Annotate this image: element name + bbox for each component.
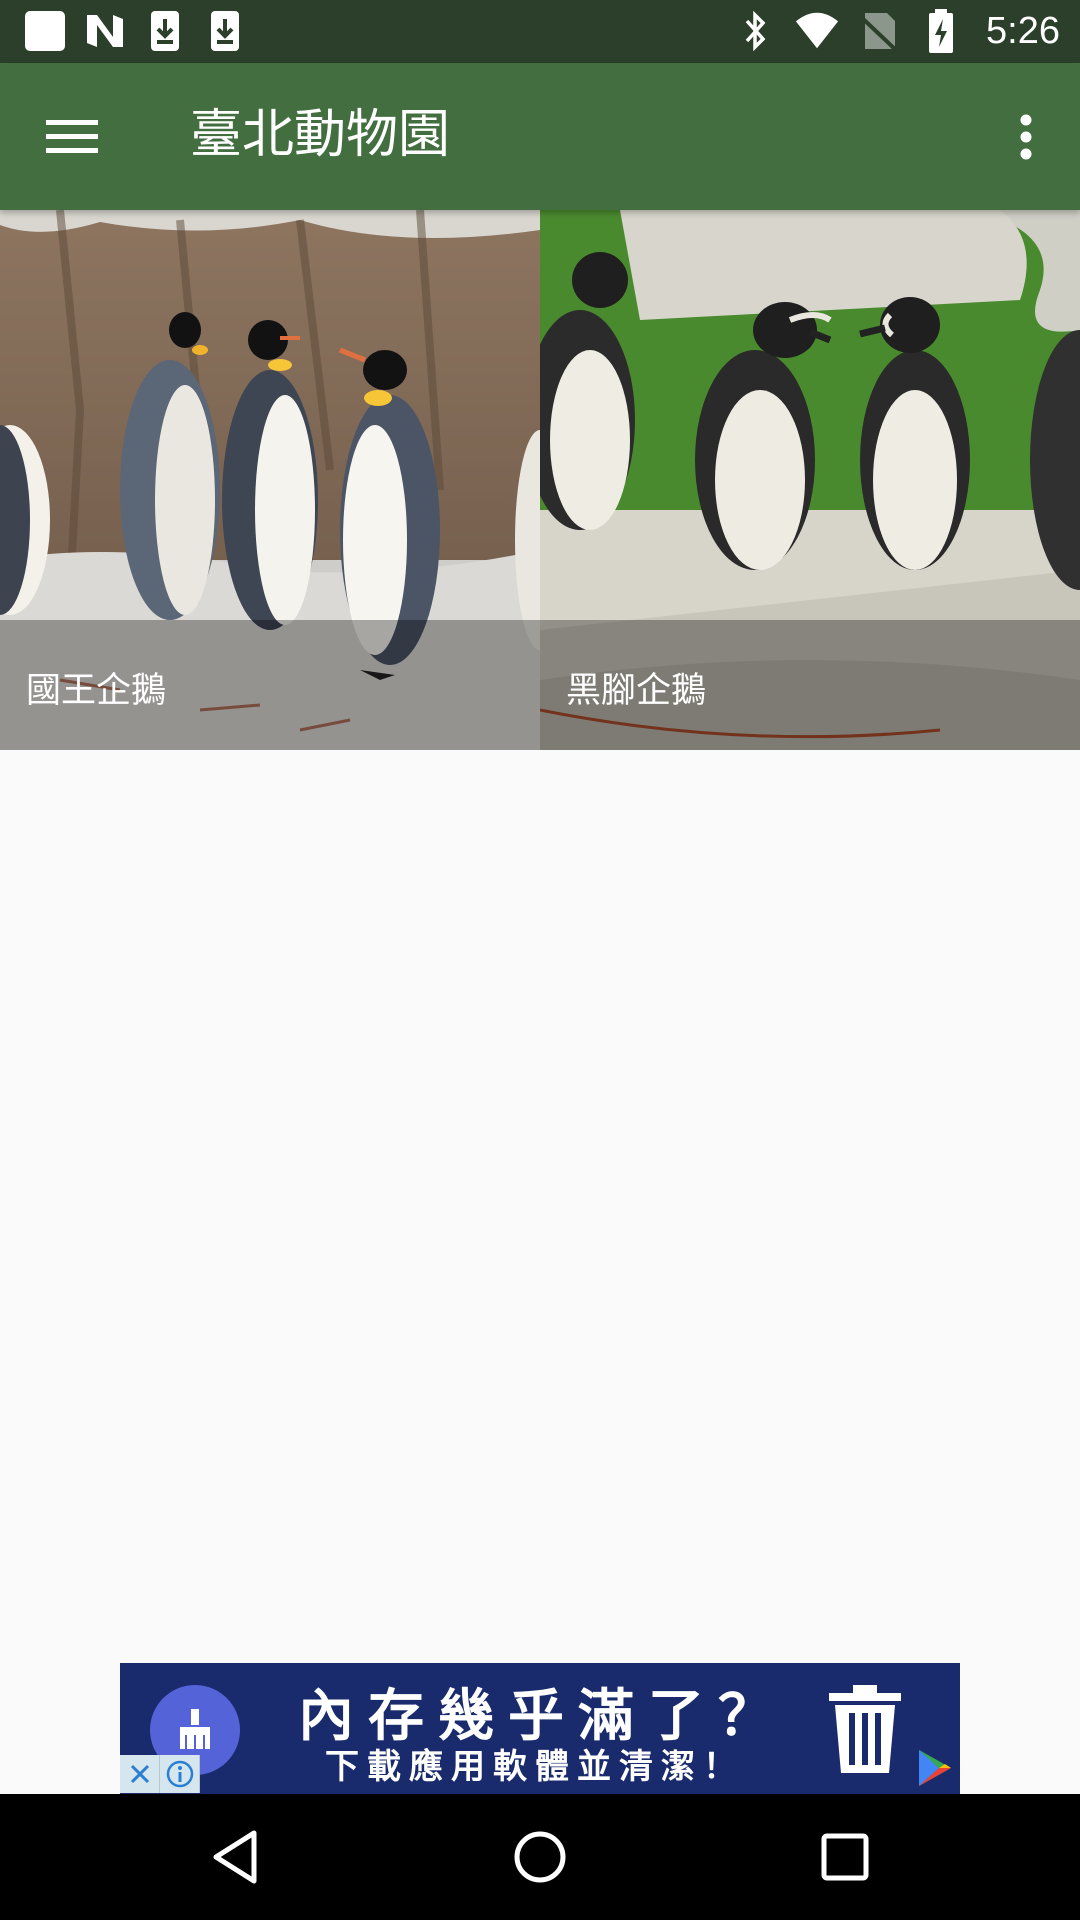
ad-close-button[interactable] — [120, 1755, 160, 1793]
wifi-icon — [794, 8, 840, 54]
menu-button[interactable] — [32, 101, 112, 173]
status-right-icons: 5:26 — [732, 8, 1060, 54]
ad-subheadline: 下載應用軟體並清潔！ — [325, 1747, 745, 1787]
square-notification-icon — [22, 8, 68, 54]
trash-icon — [829, 1685, 901, 1773]
status-bar: 5:26 — [0, 0, 1080, 63]
overflow-menu-button[interactable] — [996, 101, 1056, 173]
download-icon — [142, 8, 188, 54]
nav-back-button[interactable] — [190, 1820, 280, 1894]
hamburger-icon — [46, 120, 98, 153]
download-icon — [202, 8, 248, 54]
ad-banner[interactable]: 內存幾乎滿了？ 下載應用軟體並清潔！ — [120, 1663, 960, 1794]
battery-charging-icon — [918, 8, 964, 54]
status-left-icons — [22, 8, 248, 54]
grid-item-king-penguin[interactable]: 國王企鵝 — [0, 210, 540, 750]
app-bar: 臺北動物園 — [0, 63, 1080, 210]
grid-item-african-penguin[interactable]: 黑腳企鵝 — [540, 210, 1080, 750]
ad-info-button[interactable] — [160, 1755, 200, 1793]
ad-controls — [120, 1755, 200, 1793]
navigation-bar — [0, 1794, 1080, 1920]
more-vert-icon — [1020, 114, 1032, 160]
info-icon — [166, 1760, 193, 1788]
close-icon — [130, 1764, 149, 1784]
nav-recents-button[interactable] — [800, 1820, 890, 1894]
animal-grid: 國王企鵝 黑腳企鵝 — [0, 210, 1080, 750]
home-circle-icon — [514, 1831, 566, 1883]
no-sim-icon — [856, 8, 902, 54]
grid-item-caption: 國王企鵝 — [0, 620, 540, 750]
page-title: 臺北動物園 — [190, 105, 451, 165]
grid-item-label: 黑腳企鵝 — [566, 671, 707, 711]
nav-home-button[interactable] — [495, 1820, 585, 1894]
grid-item-caption: 黑腳企鵝 — [540, 620, 1080, 750]
back-triangle-icon — [213, 1830, 257, 1884]
n-logo-icon — [82, 8, 128, 54]
play-store-icon — [919, 1750, 951, 1786]
status-clock: 5:26 — [986, 9, 1060, 52]
bluetooth-icon — [732, 8, 778, 54]
recents-square-icon — [821, 1833, 869, 1881]
grid-item-label: 國王企鵝 — [26, 671, 167, 711]
